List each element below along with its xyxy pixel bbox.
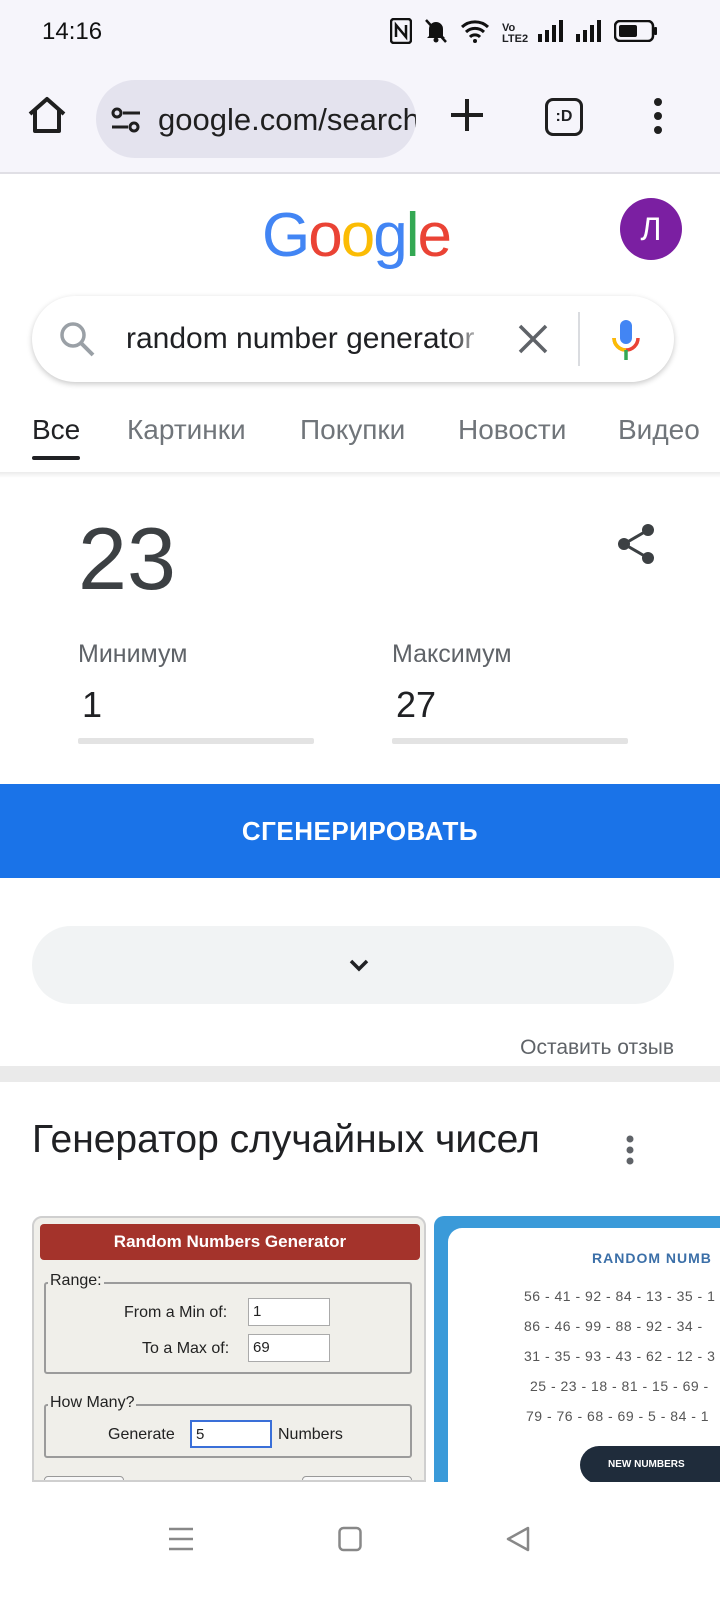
google-logo[interactable]: Google [262, 200, 452, 271]
min-input[interactable]: 1 [82, 684, 102, 726]
back-icon[interactable] [506, 1526, 530, 1557]
tab-active-indicator [32, 456, 80, 460]
search-tabs: Все Картинки Покупки Новости Видео [0, 400, 720, 472]
max-input-underline [392, 738, 628, 744]
status-time: 14:16 [42, 18, 103, 45]
min-label: Минимум [78, 640, 188, 668]
tabs-shadow [0, 472, 720, 478]
section-divider [0, 1066, 720, 1082]
max-label: Максимум [392, 640, 512, 668]
search-box[interactable]: random number generator [32, 296, 674, 382]
tab-video[interactable]: Видео [618, 414, 700, 446]
more-vert-icon[interactable] [648, 96, 668, 136]
image1-header: Random Numbers Generator [40, 1224, 420, 1260]
status-icons: Vo LTE2 [389, 17, 658, 49]
url-bar[interactable]: google.com/search [96, 80, 416, 158]
signal-icon [576, 20, 602, 47]
home-square-icon[interactable] [338, 1526, 362, 1557]
tab-count: :D [555, 108, 573, 125]
image2-row: 79 - 76 - 68 - 69 - 5 - 84 - 1 [526, 1408, 710, 1424]
logo-letter: l [405, 201, 420, 270]
volte-icon: Vo LTE2 [502, 21, 529, 45]
logo-letter: e [417, 201, 452, 270]
image2-row: 86 - 46 - 99 - 88 - 92 - 34 - [524, 1318, 703, 1334]
generate-label: Generate [108, 1426, 175, 1443]
range-legend: Range: [48, 1272, 104, 1290]
logo-letter: G [262, 201, 310, 270]
wifi-icon [460, 19, 490, 48]
status-bar: 14:16 Vo LTE2 [0, 0, 720, 64]
min-of-field: 1 [248, 1298, 330, 1326]
share-icon[interactable] [614, 522, 658, 566]
howmany-legend: How Many? [48, 1394, 137, 1412]
avatar-letter: Л [640, 210, 662, 247]
tab-switcher-icon[interactable]: :D [545, 98, 583, 136]
image2-row: 31 - 35 - 93 - 43 - 62 - 12 - 3 [524, 1348, 716, 1364]
random-result: 23 [78, 509, 176, 608]
image2-row: 56 - 41 - 92 - 84 - 13 - 35 - 1 [524, 1288, 716, 1304]
tab-all[interactable]: Все [32, 414, 80, 446]
image-result-2[interactable]: RANDOM NUMB 56 - 41 - 92 - 84 - 13 - 35 … [434, 1216, 720, 1482]
system-nav-bar [0, 1482, 720, 1600]
numbers-label: Numbers [278, 1426, 343, 1443]
query-fade [452, 316, 486, 362]
tab-news[interactable]: Новости [458, 414, 566, 446]
expand-button[interactable] [32, 926, 674, 1004]
plus-icon[interactable] [446, 94, 488, 136]
max-of-label: To a Max of: [142, 1340, 230, 1357]
home-icon[interactable] [26, 94, 68, 136]
image2-new-numbers-button: NEW NUMBERS [580, 1446, 720, 1482]
site-settings-icon[interactable] [110, 104, 142, 136]
logo-letter: g [373, 201, 408, 270]
image2-title: RANDOM NUMB [592, 1250, 712, 1266]
image2-row: 25 - 23 - 18 - 81 - 15 - 69 - [530, 1378, 709, 1394]
image-result-1[interactable]: Random Numbers Generator Range: From a M… [32, 1216, 426, 1482]
range-box [44, 1282, 412, 1374]
battery-icon [613, 19, 658, 47]
tab-images[interactable]: Картинки [127, 414, 246, 446]
more-vert-icon[interactable] [620, 1134, 640, 1166]
nfc-icon [389, 17, 413, 49]
chevron-down-icon [346, 952, 372, 978]
max-of-field: 69 [248, 1334, 330, 1362]
min-of-label: From a Min of: [124, 1304, 228, 1321]
browser-toolbar: google.com/search :D [0, 64, 720, 174]
images-section-title: Генератор случайных чисел [32, 1118, 540, 1161]
logo-letter: o [308, 201, 343, 270]
tab-shopping[interactable]: Покупки [300, 414, 405, 446]
feedback-link[interactable]: Оставить отзыв [520, 1036, 674, 1060]
close-icon[interactable] [514, 320, 552, 358]
signal-icon [538, 20, 564, 47]
mute-icon [424, 18, 448, 49]
menu-icon[interactable] [168, 1526, 194, 1557]
search-input[interactable]: random number generator [126, 322, 484, 356]
count-field: 5 [190, 1420, 272, 1448]
avatar[interactable]: Л [620, 198, 682, 260]
max-input[interactable]: 27 [396, 684, 436, 726]
mic-icon[interactable] [610, 318, 642, 362]
logo-letter: o [340, 201, 376, 270]
generate-button[interactable]: СГЕНЕРИРОВАТЬ [0, 784, 720, 878]
url-text[interactable]: google.com/search [158, 102, 416, 138]
search-icon [58, 320, 96, 358]
search-divider [578, 312, 580, 366]
min-input-underline [78, 738, 314, 744]
